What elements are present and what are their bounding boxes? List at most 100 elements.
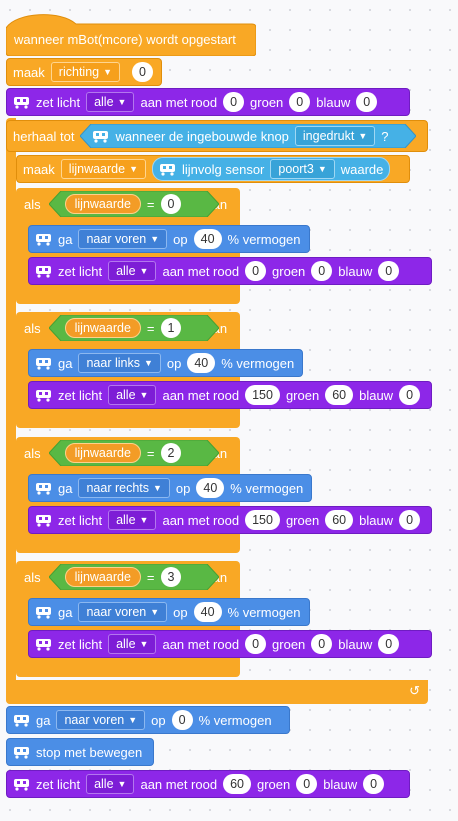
dropdown-arrow-icon: ▼ [143,358,153,368]
set-variable-lijnwaarde-block[interactable]: maak lijnwaarde ▼ lijnvolg sensor poort3 ▼… [16,155,410,183]
lijnwaarde-variable[interactable]: lijnwaarde [64,567,141,587]
speed-input[interactable]: 40 [187,353,216,373]
set-led-block[interactable]: zet licht alle ▼ aan met rood 60 groen 0 … [6,770,410,798]
blue-input[interactable]: 0 [378,261,400,281]
robot-icon [35,638,52,651]
repeat-until-block[interactable] [6,118,16,704]
dropdown-arrow-icon: ▼ [103,67,113,77]
port-dropdown[interactable]: poort3 ▼ [270,159,335,179]
set-variable-richting-block[interactable]: maak richting ▼ 0 [6,58,162,86]
move-block[interactable]: ga naar voren ▼ op 0 % vermogen [6,706,290,734]
green-input[interactable]: 0 [311,261,333,281]
led-position-dropdown[interactable]: alle ▼ [108,634,157,654]
green-label: groen [256,776,291,792]
op-label: op [166,355,182,371]
lijnwaarde-variable[interactable]: lijnwaarde [64,318,141,338]
led-label: zet licht [58,512,103,528]
blue-input[interactable]: 0 [399,510,421,530]
equals-condition[interactable]: lijnwaarde = 3 [48,564,219,590]
direction-dropdown[interactable]: naar voren ▼ [56,710,146,730]
value-input[interactable]: 0 [132,62,153,82]
move-block[interactable]: ga naar rechts ▼ op 40 % vermogen [28,474,313,502]
repeat-until-header[interactable]: herhaal tot wanneer de ingebouwde knop i… [6,120,428,152]
led-color-label: aan met rood [140,776,218,792]
equals-condition[interactable]: lijnwaarde = 2 [48,440,219,466]
green-input[interactable]: 0 [289,92,311,112]
direction-dropdown[interactable]: naar voren ▼ [78,229,168,249]
stop-moving-block[interactable]: stop met bewegen [6,738,154,766]
set-led-block[interactable]: zet licht alle ▼ aan met rood 150 groen 60 blau… [28,381,432,409]
if-header[interactable]: alslijnwaarde=3dan [16,561,227,593]
variable-dropdown[interactable]: lijnwaarde ▼ [60,159,146,179]
move-label: ga [58,231,73,247]
speed-input[interactable]: 40 [193,229,222,249]
led-position-dropdown[interactable]: alle ▼ [86,92,135,112]
red-input[interactable]: 150 [245,510,280,530]
red-input[interactable]: 0 [223,92,245,112]
hat-block-when-started[interactable]: wanneer mBot(mcore) wordt opgestart [6,10,256,56]
if-label: als [24,445,41,461]
green-label: groen [272,636,306,652]
led-label: zet licht [36,94,81,110]
dropdown-arrow-icon: ▼ [150,234,160,244]
button-state-dropdown[interactable]: ingedrukt ▼ [294,126,376,146]
move-block[interactable]: ga naar voren ▼ op 40 % vermogen [28,225,310,253]
equals-condition[interactable]: lijnwaarde = 0 [48,191,219,217]
led-position-dropdown[interactable]: alle ▼ [108,385,157,405]
button-pressed-condition[interactable]: wanneer de ingebouwde knop ingedrukt ▼ ? [80,124,417,148]
if-header[interactable]: alslijnwaarde=1dan [16,312,227,344]
repeat-until-label: herhaal tot [13,128,75,144]
speed-input[interactable]: 40 [196,478,225,498]
move-block[interactable]: ga naar links ▼ op 40 % vermogen [28,349,304,377]
green-input[interactable]: 60 [325,510,354,530]
led-position-dropdown[interactable]: alle ▼ [86,774,135,794]
green-input[interactable]: 60 [325,385,354,405]
green-input[interactable]: 0 [296,774,318,794]
led-position-dropdown[interactable]: alle ▼ [108,261,157,281]
move-label: ga [58,355,73,371]
set-led-block[interactable]: zet licht alle ▼ aan met rood 150 groen 60 blau… [28,506,432,534]
unit-label: % vermogen [198,712,272,728]
variable-dropdown[interactable]: richting ▼ [50,62,121,82]
if-header[interactable]: alslijnwaarde=2dan [16,437,227,469]
blue-input[interactable]: 0 [399,385,421,405]
move-block[interactable]: ga naar voren ▼ op 40 % vermogen [28,598,310,626]
set-led-block[interactable]: zet licht alle ▼ aan met rood 0 groen 0 b… [6,88,410,116]
direction-dropdown[interactable]: naar voren ▼ [78,602,168,622]
speed-input[interactable]: 0 [171,710,193,730]
robot-icon [92,130,109,143]
dropdown-arrow-icon: ▼ [117,97,127,107]
dropdown-arrow-icon: ▼ [153,483,162,493]
direction-dropdown[interactable]: naar rechts ▼ [78,478,170,498]
op-label: op [173,604,188,620]
unit-label: % vermogen [230,480,304,496]
green-input[interactable]: 0 [311,634,333,654]
green-label: groen [250,94,284,110]
direction-dropdown[interactable]: naar links ▼ [78,353,161,373]
line-follower-sensor-reporter[interactable]: lijnvolg sensor poort3 ▼ waarde [152,157,391,181]
robot-icon [35,389,52,402]
blue-label: blauw [323,776,358,792]
set-led-block[interactable]: zet licht alle ▼ aan met rood 0 groen 0 blauw 0 [28,630,432,658]
robot-icon [13,778,30,791]
blue-input[interactable]: 0 [378,634,400,654]
red-input[interactable]: 60 [223,774,251,794]
stop-label: stop met bewegen [36,744,143,760]
led-label: zet licht [58,387,103,403]
red-input[interactable]: 150 [245,385,280,405]
unit-label: % vermogen [227,604,301,620]
if-header[interactable]: alslijnwaarde=0dan [16,188,227,220]
set-led-block[interactable]: zet licht alle ▼ aan met rood 0 groen 0 blauw 0 [28,257,432,285]
set-label: maak [13,64,45,80]
lijnwaarde-variable[interactable]: lijnwaarde [64,194,141,214]
blue-input[interactable]: 0 [363,774,385,794]
lijnwaarde-variable[interactable]: lijnwaarde [64,443,141,463]
equals-sign: = [146,569,155,585]
robot-icon [35,357,52,370]
blue-input[interactable]: 0 [356,92,378,112]
red-input[interactable]: 0 [245,634,267,654]
led-position-dropdown[interactable]: alle ▼ [108,510,157,530]
red-input[interactable]: 0 [245,261,267,281]
equals-condition[interactable]: lijnwaarde = 1 [48,315,219,341]
speed-input[interactable]: 40 [193,602,222,622]
